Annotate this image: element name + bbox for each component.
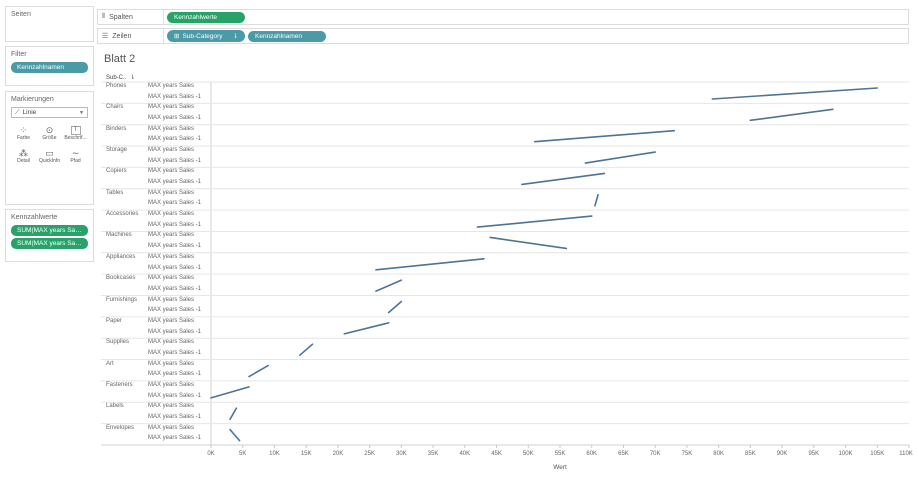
x-tick-label: 75K — [681, 451, 693, 457]
x-tick-label: 5K — [239, 451, 247, 457]
x-axis-title: Wert — [553, 464, 567, 471]
measure-name-label: MAX years Sales — [148, 147, 195, 154]
category-label: Furnishings — [106, 296, 138, 303]
category-label: Machines — [106, 232, 132, 239]
x-tick-label: 90K — [776, 451, 788, 457]
line-chart — [101, 81, 910, 448]
series-line-machines — [489, 236, 568, 250]
x-tick-label: 100K — [838, 451, 853, 457]
measure-name-label: MAX years Sales — [148, 83, 195, 89]
measure-name-label: MAX years Sales -1 — [148, 371, 202, 378]
category-label: Appliances — [106, 253, 136, 260]
category-label: Storage — [106, 147, 128, 154]
series-line-accessories — [476, 215, 593, 228]
measure-name-label: MAX years Sales — [148, 168, 195, 175]
series-line-supplies — [299, 343, 314, 357]
measure-name-label: MAX years Sales -1 — [148, 243, 202, 250]
category-label: Fasteners — [106, 381, 133, 388]
measure-name-label: MAX years Sales -1 — [148, 349, 202, 356]
x-tick-label: 65K — [618, 451, 629, 457]
measure-name-label: MAX years Sales -1 — [148, 307, 202, 314]
measure-name-label: MAX years Sales -1 — [148, 413, 202, 420]
measure-name-label: MAX years Sales — [148, 424, 195, 431]
category-label: Paper — [106, 317, 123, 324]
measure-name-label: MAX years Sales -1 — [148, 115, 202, 122]
measure-name-label: MAX years Sales -1 — [148, 285, 202, 292]
series-line-art — [248, 364, 269, 378]
x-tick-label: 60K — [586, 451, 598, 457]
series-line-appliances — [375, 257, 485, 271]
x-tick-label: 110K — [899, 451, 913, 457]
x-tick-label: 30K — [396, 451, 407, 457]
measure-name-label: MAX years Sales -1 — [148, 392, 202, 399]
measure-name-label: MAX years Sales — [148, 253, 195, 260]
category-label: Chairs — [106, 104, 124, 111]
measure-name-label: MAX years Sales -1 — [148, 200, 202, 207]
category-label: Tables — [106, 189, 124, 196]
x-tick-label: 15K — [300, 451, 312, 457]
category-label: Bookcases — [106, 275, 136, 282]
measure-name-label: MAX years Sales — [148, 189, 195, 196]
series-line-labels — [229, 407, 238, 421]
category-label: Copiers — [106, 168, 127, 175]
category-label: Envelopes — [106, 424, 135, 431]
series-line-chairs — [749, 108, 834, 122]
x-tick-label: 70K — [649, 451, 661, 457]
measure-name-label: MAX years Sales -1 — [148, 264, 202, 271]
category-label: Binders — [106, 125, 127, 132]
measure-name-label: MAX years Sales — [148, 317, 195, 324]
x-tick-label: 25K — [364, 451, 375, 457]
measure-name-label: MAX years Sales -1 — [148, 435, 202, 442]
measure-name-label: MAX years Sales — [148, 403, 195, 410]
measure-name-label: MAX years Sales -1 — [148, 157, 202, 164]
x-tick-label: 95K — [808, 451, 820, 457]
x-tick-label: 80K — [713, 451, 724, 457]
series-line-envelopes — [229, 428, 241, 442]
series-line-phones — [711, 87, 879, 100]
series-line-tables — [594, 193, 599, 207]
series-line-furnishings — [387, 300, 403, 314]
category-label: Accessories — [106, 211, 139, 218]
x-tick-label: 10K — [269, 451, 280, 457]
x-tick-label: 45K — [491, 451, 502, 457]
measure-name-label: MAX years Sales — [148, 125, 195, 132]
measure-name-label: MAX years Sales -1 — [148, 221, 202, 228]
measure-name-label: MAX years Sales -1 — [148, 179, 202, 186]
x-tick-label: 20K — [332, 451, 344, 457]
series-line-bookcases — [375, 279, 403, 292]
category-label: Phones — [106, 83, 127, 89]
measure-name-label: MAX years Sales — [148, 360, 195, 367]
measure-name-label: MAX years Sales — [148, 339, 195, 346]
measure-name-label: MAX years Sales — [148, 296, 195, 303]
category-label: Labels — [106, 403, 124, 410]
measure-name-label: MAX years Sales — [148, 104, 195, 111]
measure-name-label: MAX years Sales -1 — [148, 136, 202, 143]
series-line-binders — [533, 129, 676, 143]
x-tick-label: 85K — [745, 451, 756, 457]
measure-name-label: MAX years Sales -1 — [148, 328, 202, 335]
category-label: Supplies — [106, 339, 130, 346]
x-tick-label: 35K — [427, 451, 439, 457]
x-tick-label: 105K — [870, 451, 885, 457]
measure-name-label: MAX years Sales — [148, 381, 195, 388]
series-line-storage — [584, 151, 656, 164]
measure-name-label: MAX years Sales — [148, 232, 195, 239]
measure-name-label: MAX years Sales -1 — [148, 93, 202, 100]
x-tick-label: 40K — [459, 451, 471, 457]
measure-name-label: MAX years Sales — [148, 211, 195, 218]
measure-name-label: MAX years Sales — [148, 275, 195, 282]
x-tick-label: 50K — [522, 451, 534, 457]
series-line-copiers — [521, 172, 606, 186]
category-label: Art — [106, 360, 114, 367]
series-line-paper — [343, 322, 390, 335]
x-tick-label: 55K — [554, 451, 566, 457]
series-line-fasteners — [210, 386, 250, 399]
x-tick-label: 0K — [207, 451, 215, 457]
